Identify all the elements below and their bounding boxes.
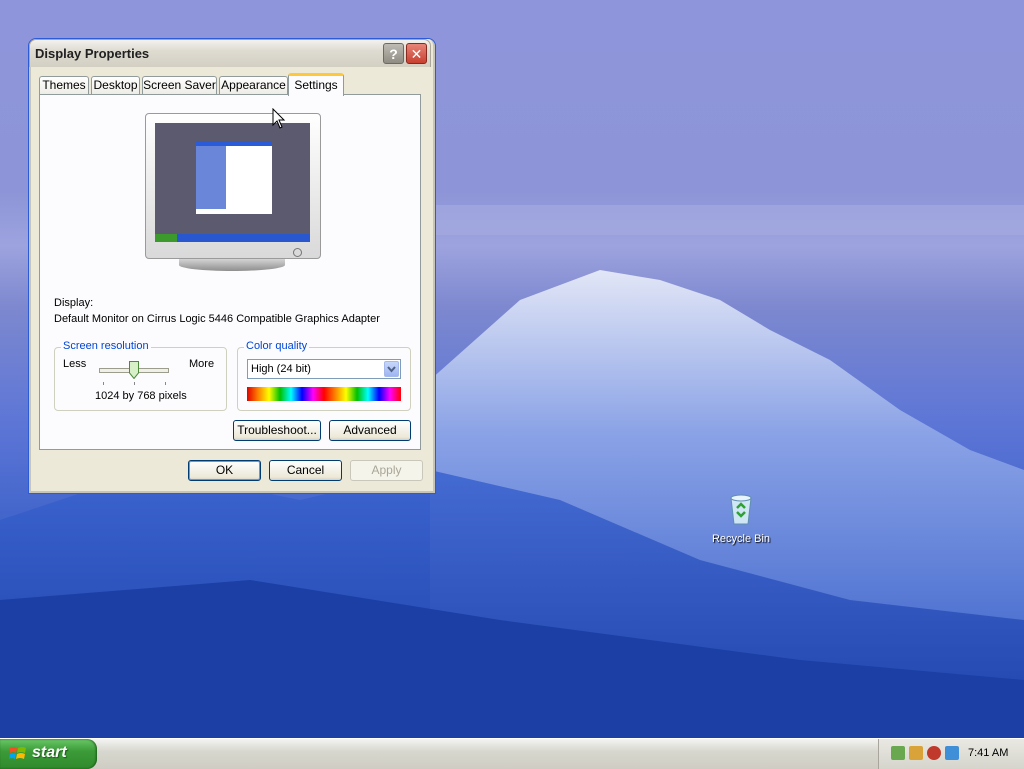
monitor-preview bbox=[145, 113, 321, 273]
cancel-button[interactable]: Cancel bbox=[269, 460, 342, 481]
color-quality-value: High (24 bit) bbox=[251, 363, 311, 375]
help-icon: ? bbox=[389, 46, 398, 62]
display-properties-window: Display Properties ? ✕ Themes Desktop Sc… bbox=[29, 39, 435, 493]
security-alert-icon[interactable] bbox=[909, 746, 923, 760]
screen-resolution-group: Screen resolution Less More 1024 by 768 … bbox=[54, 340, 227, 411]
monitor-stand bbox=[179, 259, 285, 271]
dropdown-arrow[interactable] bbox=[384, 361, 399, 377]
start-label: start bbox=[32, 744, 67, 761]
monitor-screen bbox=[155, 123, 310, 242]
display-label: Display: bbox=[54, 297, 94, 309]
ok-button[interactable]: OK bbox=[188, 460, 261, 481]
resolution-value: 1024 by 768 pixels bbox=[95, 390, 187, 402]
screen-resolution-legend: Screen resolution bbox=[61, 340, 151, 352]
slider-tick bbox=[103, 382, 104, 385]
troubleshoot-button[interactable]: Troubleshoot... bbox=[233, 420, 321, 441]
preview-sidebar bbox=[196, 146, 226, 209]
recycle-bin-icon bbox=[730, 494, 752, 525]
advanced-button[interactable]: Advanced bbox=[329, 420, 411, 441]
monitor-bezel bbox=[145, 113, 321, 259]
help-button[interactable]: ? bbox=[383, 43, 404, 64]
settings-panel: Display: Default Monitor on Cirrus Logic… bbox=[39, 94, 421, 450]
tab-themes[interactable]: Themes bbox=[39, 76, 89, 95]
mouse-pointer-icon bbox=[272, 108, 286, 129]
color-quality-select[interactable]: High (24 bit) bbox=[247, 359, 401, 379]
preview-start bbox=[155, 234, 177, 242]
clock[interactable]: 7:41 AM bbox=[968, 747, 1008, 759]
tab-screen-saver[interactable]: Screen Saver bbox=[142, 76, 217, 95]
tab-appearance[interactable]: Appearance bbox=[219, 76, 288, 95]
security-shield-icon[interactable] bbox=[927, 746, 941, 760]
apply-button[interactable]: Apply bbox=[350, 460, 423, 481]
system-tray: 7:41 AM bbox=[878, 739, 1024, 769]
display-adapter-name: Default Monitor on Cirrus Logic 5446 Com… bbox=[54, 313, 380, 325]
chevron-down-icon bbox=[387, 366, 396, 373]
windows-logo-icon bbox=[9, 747, 26, 759]
recycle-bin-shortcut[interactable]: Recycle Bin bbox=[706, 492, 776, 545]
resolution-slider-thumb[interactable] bbox=[129, 361, 139, 379]
slider-tick bbox=[134, 382, 135, 385]
update-icon[interactable] bbox=[945, 746, 959, 760]
window-title: Display Properties bbox=[35, 46, 150, 61]
tab-settings[interactable]: Settings bbox=[288, 73, 344, 96]
slider-tick bbox=[165, 382, 166, 385]
power-led bbox=[293, 248, 302, 257]
color-quality-legend: Color quality bbox=[244, 340, 310, 352]
close-icon: ✕ bbox=[410, 46, 423, 62]
preview-window bbox=[196, 141, 272, 214]
color-spectrum-bar bbox=[247, 387, 401, 401]
preview-taskbar bbox=[155, 234, 310, 242]
network-icon[interactable] bbox=[891, 746, 905, 760]
taskbar: start 7:41 AM bbox=[0, 738, 1024, 769]
resolution-more-label: More bbox=[189, 358, 215, 370]
tab-desktop[interactable]: Desktop bbox=[91, 76, 140, 95]
resolution-less-label: Less bbox=[63, 358, 87, 370]
title-bar[interactable]: Display Properties ? ✕ bbox=[29, 39, 431, 67]
start-button[interactable]: start bbox=[0, 739, 97, 769]
close-button[interactable]: ✕ bbox=[406, 43, 427, 64]
color-quality-group: Color quality High (24 bit) bbox=[237, 340, 411, 411]
recycle-bin-label: Recycle Bin bbox=[711, 533, 771, 545]
